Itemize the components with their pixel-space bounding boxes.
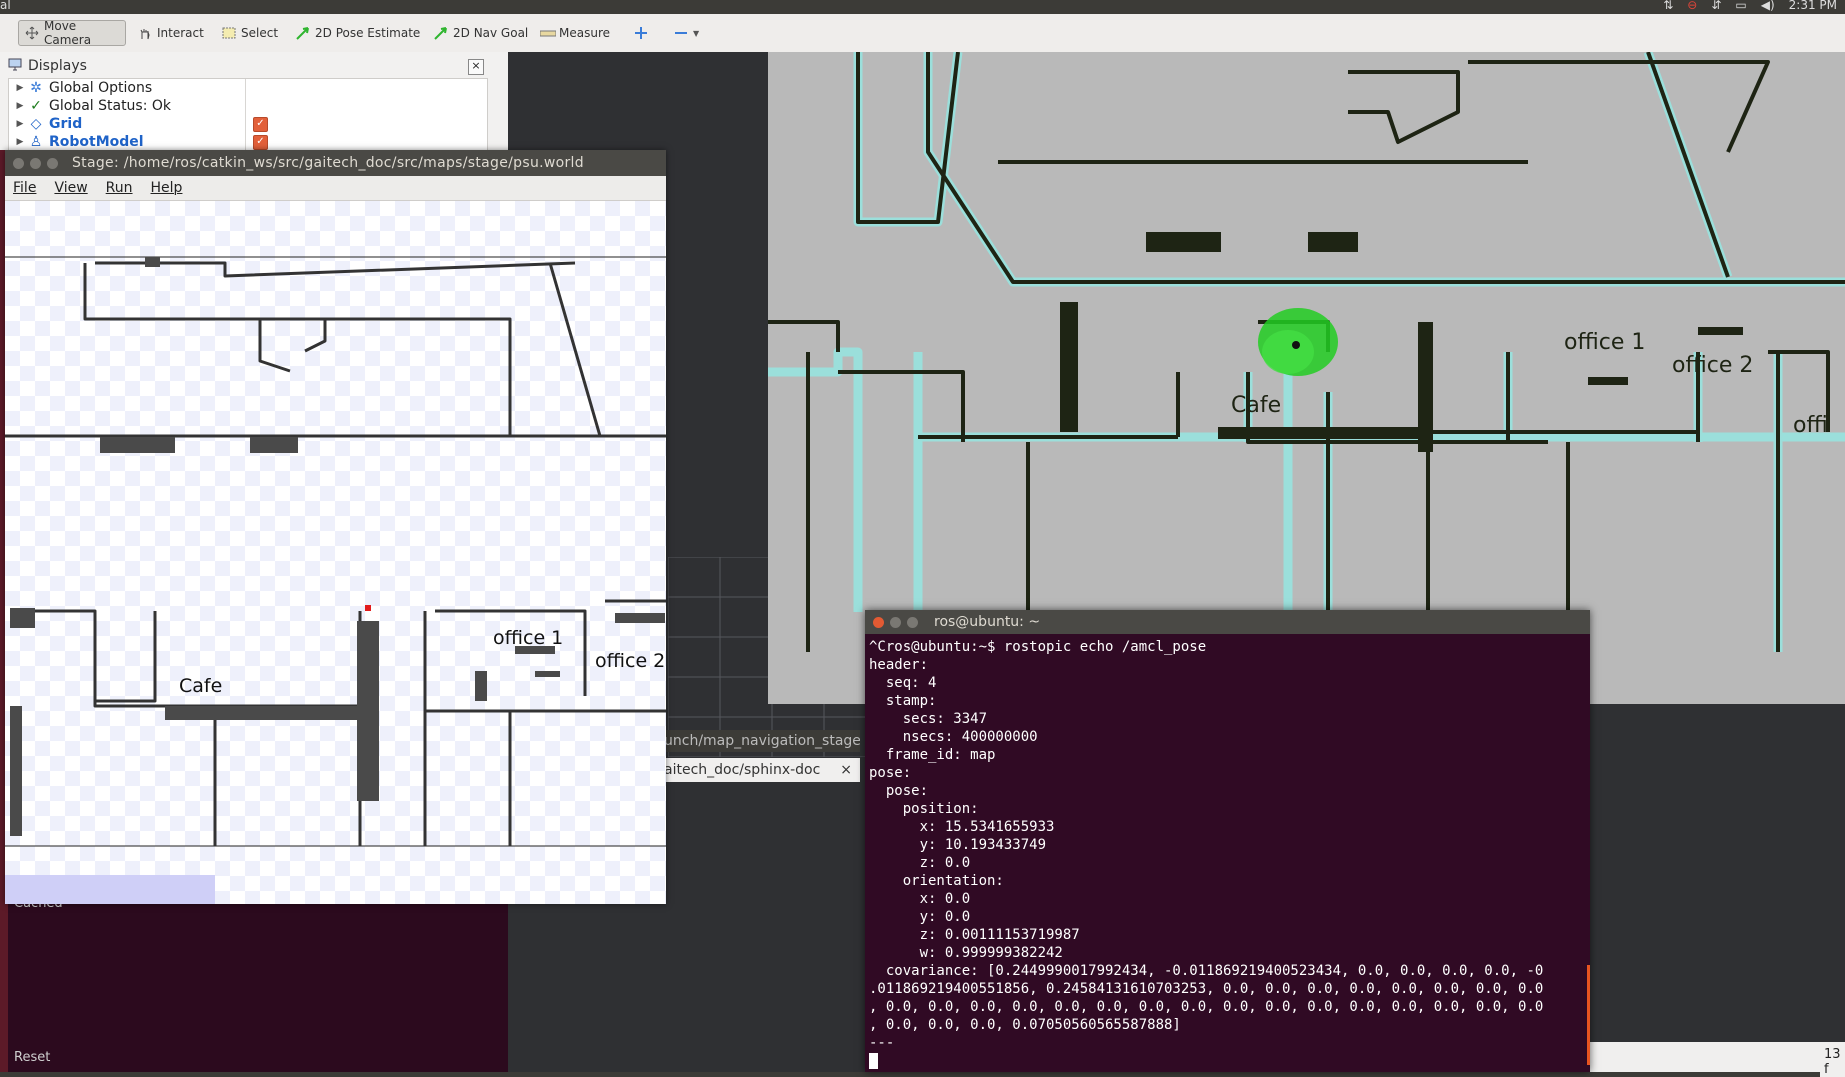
expand-arrow-icon[interactable]: ▶ xyxy=(13,119,27,129)
minimize-window-icon[interactable] xyxy=(30,157,41,169)
maximize-window-icon[interactable] xyxy=(47,157,58,169)
tool-label: Measure xyxy=(559,26,610,40)
expand-arrow-icon[interactable]: ▶ xyxy=(13,101,27,111)
rviz-toolbar: Move Camera Interact Select 2D Pose Esti… xyxy=(0,14,1845,53)
stage-world-canvas[interactable]: Cafe office 1 office 2 xyxy=(5,201,666,904)
system-top-bar: al ⇅ ⊖ ⇵ ▭ ◀) 2:31 PM xyxy=(0,0,1845,14)
green-arrow-icon xyxy=(296,26,310,40)
tool-label: Interact xyxy=(157,26,204,40)
tree-item-robotmodel[interactable]: ▶ ♙ RobotModel xyxy=(9,133,144,151)
transfer-icon[interactable]: ⇵ xyxy=(1711,0,1721,12)
menu-run[interactable]: Run xyxy=(106,180,133,196)
ruler-icon xyxy=(539,26,557,40)
minus-icon xyxy=(674,26,688,40)
measure-tool[interactable]: Measure xyxy=(534,20,616,46)
rviz-status-strip xyxy=(1588,1042,1845,1072)
expand-arrow-icon[interactable]: ▶ xyxy=(13,83,27,93)
notification-off-icon[interactable]: ⊖ xyxy=(1687,0,1697,12)
fps-readout: 13 f xyxy=(1820,1047,1845,1077)
close-window-icon[interactable] xyxy=(13,157,24,169)
tree-item-grid[interactable]: ▶ ◇ Grid xyxy=(9,115,83,133)
tree-item-label: Global Status: Ok xyxy=(49,98,172,114)
tool-label: 2D Pose Estimate xyxy=(315,26,421,40)
tree-item-label: RobotModel xyxy=(49,134,144,150)
robotmodel-enabled-checkbox[interactable]: ✓ xyxy=(253,135,268,150)
map-label: office 1 xyxy=(1564,330,1645,355)
gear-icon: ✲ xyxy=(30,80,42,96)
robot-icon: ♙ xyxy=(29,134,43,150)
amcl-particle-cloud xyxy=(1258,308,1338,376)
terminal-titlebar[interactable]: ros@ubuntu: ~ xyxy=(865,610,1590,634)
stage-room-label: office 2 xyxy=(595,650,665,672)
terminal-output[interactable]: ^Cros@ubuntu:~$ rostopic echo /amcl_pose… xyxy=(869,638,1585,1070)
battery-icon[interactable]: ▭ xyxy=(1735,0,1746,12)
stage-window: Stage: /home/ros/catkin_ws/src/gaitech_d… xyxy=(5,150,666,904)
close-window-icon[interactable] xyxy=(873,616,884,628)
terminal-tab-sphinx-doc[interactable]: aitech_doc/sphinx-doc × xyxy=(664,758,860,782)
hand-icon xyxy=(138,26,152,40)
terminal-scrollbar[interactable] xyxy=(1587,965,1590,1065)
interact-tool[interactable]: Interact xyxy=(132,20,210,46)
stage-room-label: Cafe xyxy=(179,675,222,697)
tool-label: 2D Nav Goal xyxy=(453,26,529,40)
terminal-text: ^Cros@ubuntu:~$ rostopic echo /amcl_pose… xyxy=(869,639,1544,1051)
tree-item-label: Grid xyxy=(49,116,83,132)
monitor-icon xyxy=(8,58,22,75)
map-label: office 2 xyxy=(1672,353,1753,378)
select-box-icon xyxy=(222,26,236,40)
clock[interactable]: 2:31 PM xyxy=(1789,0,1837,12)
occupancy-map: office 1 office 2 Cafe offi xyxy=(768,52,1845,704)
panel-title: Displays xyxy=(28,58,87,74)
map-label: offi xyxy=(1793,413,1828,438)
plus-icon xyxy=(634,26,648,40)
green-arrow-icon xyxy=(434,26,448,40)
close-tab-icon[interactable]: × xyxy=(840,758,852,782)
checkmark-icon: ✓ xyxy=(30,98,42,114)
map-label: Cafe xyxy=(1231,393,1281,418)
reset-button[interactable]: Reset xyxy=(14,1050,50,1065)
menu-file[interactable]: File xyxy=(13,180,36,196)
network-icon[interactable]: ⇅ xyxy=(1663,0,1673,12)
select-tool[interactable]: Select xyxy=(216,20,284,46)
close-icon[interactable]: × xyxy=(468,59,484,75)
terminal-cursor xyxy=(869,1053,878,1069)
stage-titlebar[interactable]: Stage: /home/ros/catkin_ws/src/gaitech_d… xyxy=(5,150,666,176)
move-camera-tool[interactable]: Move Camera xyxy=(18,19,126,47)
terminal-tab-map-navigation[interactable]: unch/map_navigation_stage xyxy=(664,730,860,752)
system-tray: ⇅ ⊖ ⇵ ▭ ◀) 2:31 PM xyxy=(1663,0,1845,12)
2d-pose-estimate-tool[interactable]: 2D Pose Estimate xyxy=(290,20,426,46)
grid-enabled-checkbox[interactable]: ✓ xyxy=(253,117,268,132)
robot-marker xyxy=(365,605,371,611)
displays-header: Displays xyxy=(8,56,486,76)
tree-item-global-status[interactable]: ▶ ✓ Global Status: Ok xyxy=(9,97,171,115)
window-title: ros@ubuntu: ~ xyxy=(934,614,1041,630)
window-title: Stage: /home/ros/catkin_ws/src/gaitech_d… xyxy=(72,155,584,171)
grid-icon: ◇ xyxy=(30,116,42,132)
app-title-fragment: al xyxy=(0,0,11,12)
tool-label: Select xyxy=(241,26,279,40)
stage-status-bar xyxy=(5,875,215,904)
stage-room-label: office 1 xyxy=(493,627,563,649)
menu-help[interactable]: Help xyxy=(151,180,183,196)
minimize-window-icon[interactable] xyxy=(890,616,901,628)
volume-icon[interactable]: ◀) xyxy=(1761,0,1775,12)
tree-item-global-options[interactable]: ▶ ✲ Global Options xyxy=(9,79,153,97)
remove-tool-button[interactable]: ▼ xyxy=(668,20,705,46)
tab-label: aitech_doc/sphinx-doc xyxy=(664,762,821,778)
ros-terminal-window[interactable]: ros@ubuntu: ~ ^Cros@ubuntu:~$ rostopic e… xyxy=(865,610,1590,1072)
chevron-down-icon: ▼ xyxy=(693,28,700,38)
move-camera-icon xyxy=(25,26,39,40)
menu-view[interactable]: View xyxy=(54,180,87,196)
stage-menubar: File View Run Help xyxy=(5,176,666,201)
tool-label: Move Camera xyxy=(44,19,92,47)
maximize-window-icon[interactable] xyxy=(907,616,918,628)
2d-nav-goal-tool[interactable]: 2D Nav Goal xyxy=(428,20,534,46)
expand-arrow-icon[interactable]: ▶ xyxy=(13,137,27,147)
tree-item-label: Global Options xyxy=(49,80,153,96)
add-tool-button[interactable] xyxy=(628,20,654,46)
